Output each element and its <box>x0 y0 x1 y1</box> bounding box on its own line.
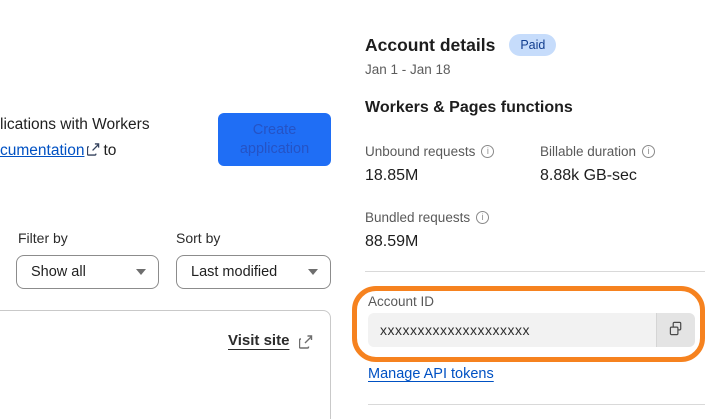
intro-text: lications with Workers cumentation to <box>0 112 215 164</box>
account-id-label: Account ID <box>368 294 435 309</box>
sort-by-label: Sort by <box>176 230 221 246</box>
sort-dropdown[interactable]: Last modified <box>176 255 331 289</box>
intro-line1-text: lications with Workers <box>0 116 150 133</box>
account-id-input[interactable] <box>368 313 656 347</box>
metric-label-unbound-requests: Unbound requests i <box>365 144 495 159</box>
info-icon[interactable]: i <box>481 145 495 158</box>
chevron-down-icon <box>308 269 318 275</box>
metric-value-billable-duration: 8.88k GB-sec <box>540 167 637 184</box>
metric-label-billable-duration: Billable duration i <box>540 144 656 159</box>
divider <box>365 271 705 272</box>
manage-api-tokens-link[interactable]: Manage API tokens <box>368 366 494 382</box>
account-id-field-group <box>368 313 695 347</box>
intro-line1: lications with Workers <box>0 112 215 138</box>
metric-label-text: Unbound requests <box>365 144 476 159</box>
functions-section-title: Workers & Pages functions <box>365 99 573 116</box>
intro-line2-text: to <box>103 142 117 159</box>
account-details-title: Account details <box>365 34 496 55</box>
sort-dropdown-value: Last modified <box>191 264 278 280</box>
copy-account-id-button[interactable] <box>656 313 695 347</box>
copy-icon <box>669 321 684 339</box>
metric-label-text: Billable duration <box>540 144 637 159</box>
divider <box>368 404 705 405</box>
chevron-down-icon <box>136 269 146 275</box>
metric-label-bundled-requests: Bundled requests i <box>365 210 490 225</box>
filter-dropdown[interactable]: Show all <box>16 255 159 289</box>
documentation-link[interactable]: cumentation <box>0 142 84 159</box>
external-link-icon <box>299 335 313 349</box>
external-link-icon <box>87 139 100 156</box>
intro-line2: cumentation to <box>0 138 215 164</box>
info-icon[interactable]: i <box>476 211 490 224</box>
filter-dropdown-value: Show all <box>31 264 86 280</box>
metric-label-text: Bundled requests <box>365 210 471 225</box>
plan-badge: Paid <box>509 34 557 56</box>
account-details-header: Account details Paid <box>365 34 557 56</box>
project-card <box>0 310 331 419</box>
filter-by-label: Filter by <box>18 230 68 246</box>
visit-site-row: Visit site <box>228 332 315 349</box>
visit-site-link[interactable]: Visit site <box>228 332 289 349</box>
metric-value-unbound-requests: 18.85M <box>365 167 419 184</box>
date-range: Jan 1 - Jan 18 <box>365 62 451 77</box>
info-icon[interactable]: i <box>642 145 656 158</box>
metric-value-bundled-requests: 88.59M <box>365 233 419 250</box>
create-application-button[interactable]: Create application <box>218 113 331 166</box>
